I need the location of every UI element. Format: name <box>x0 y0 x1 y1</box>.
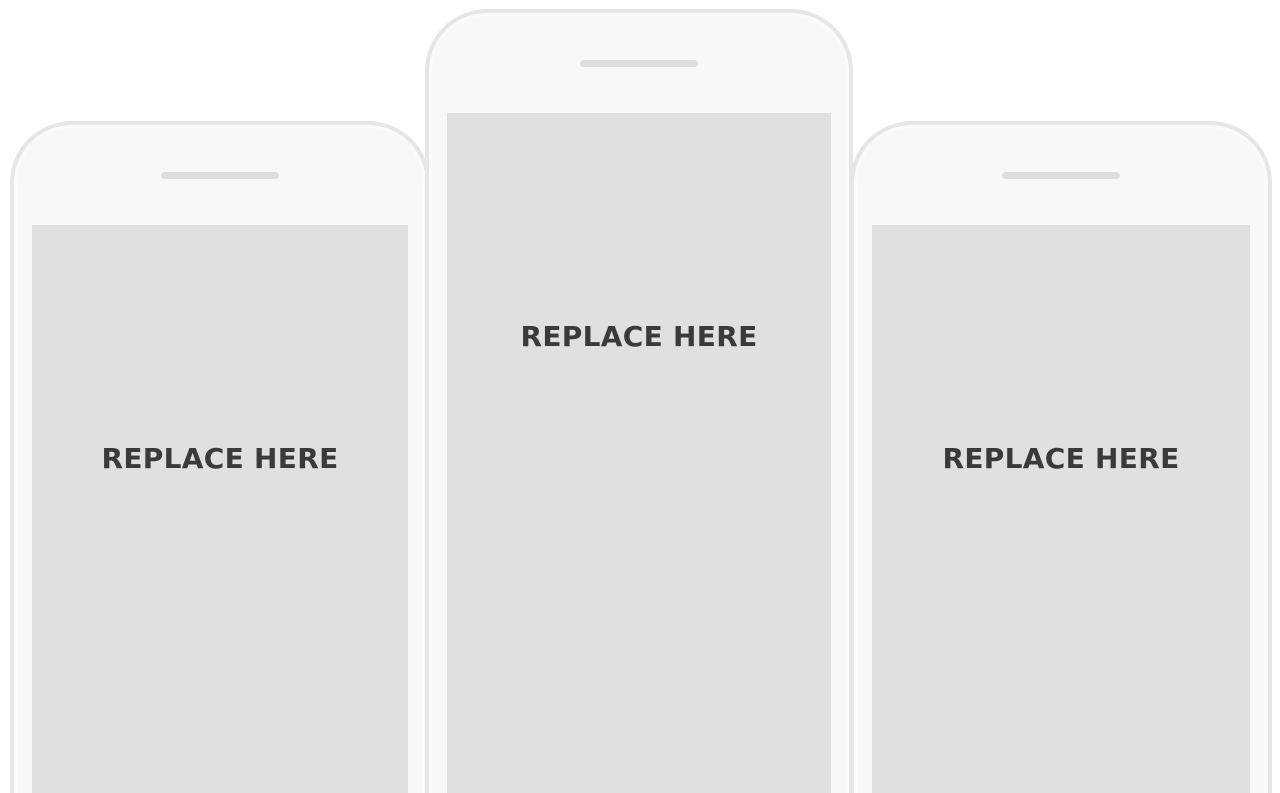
phone-mockup-left: REPLACE HERE <box>10 121 430 793</box>
phone-screen-left[interactable]: REPLACE HERE <box>32 225 408 793</box>
mockup-stage: REPLACE HERE REPLACE HERE REPLACE HERE <box>0 0 1280 793</box>
phone-mockup-right: REPLACE HERE <box>850 121 1272 793</box>
phone-speaker-left <box>161 172 279 179</box>
screen-placeholder-label-center: REPLACE HERE <box>520 319 758 353</box>
screen-placeholder-label-right: REPLACE HERE <box>942 441 1180 475</box>
phone-mockup-center: REPLACE HERE <box>425 9 853 793</box>
phone-screen-center[interactable]: REPLACE HERE <box>447 113 831 793</box>
phone-speaker-right <box>1002 172 1120 179</box>
screen-placeholder-label-left: REPLACE HERE <box>101 441 339 475</box>
phone-screen-right[interactable]: REPLACE HERE <box>872 225 1250 793</box>
phone-speaker-center <box>580 60 698 67</box>
